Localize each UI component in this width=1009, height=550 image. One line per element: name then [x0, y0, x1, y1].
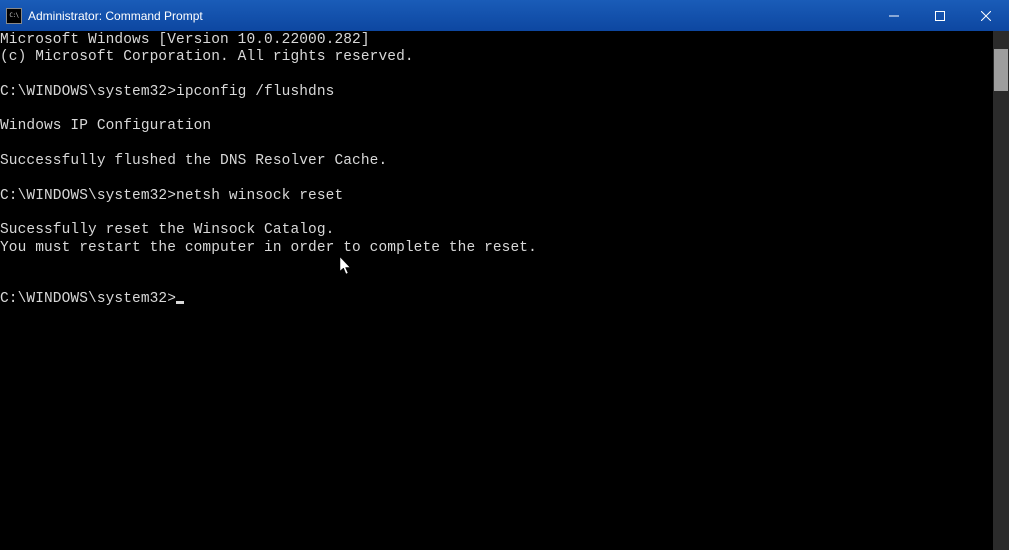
close-button[interactable] — [963, 0, 1009, 31]
window-controls — [871, 0, 1009, 31]
window-title: Administrator: Command Prompt — [28, 9, 871, 23]
close-icon — [981, 11, 991, 21]
cmd-icon — [6, 8, 22, 24]
maximize-icon — [935, 11, 945, 21]
maximize-button[interactable] — [917, 0, 963, 31]
minimize-button[interactable] — [871, 0, 917, 31]
scrollbar-thumb[interactable] — [994, 49, 1008, 91]
vertical-scrollbar[interactable] — [993, 31, 1009, 550]
command-prompt: C:\WINDOWS\system32> — [0, 291, 176, 307]
terminal-area[interactable]: Microsoft Windows [Version 10.0.22000.28… — [0, 31, 1009, 550]
text-cursor — [176, 301, 184, 304]
window-titlebar[interactable]: Administrator: Command Prompt — [0, 0, 1009, 31]
terminal-output[interactable]: Microsoft Windows [Version 10.0.22000.28… — [0, 31, 993, 550]
minimize-icon — [889, 11, 899, 21]
